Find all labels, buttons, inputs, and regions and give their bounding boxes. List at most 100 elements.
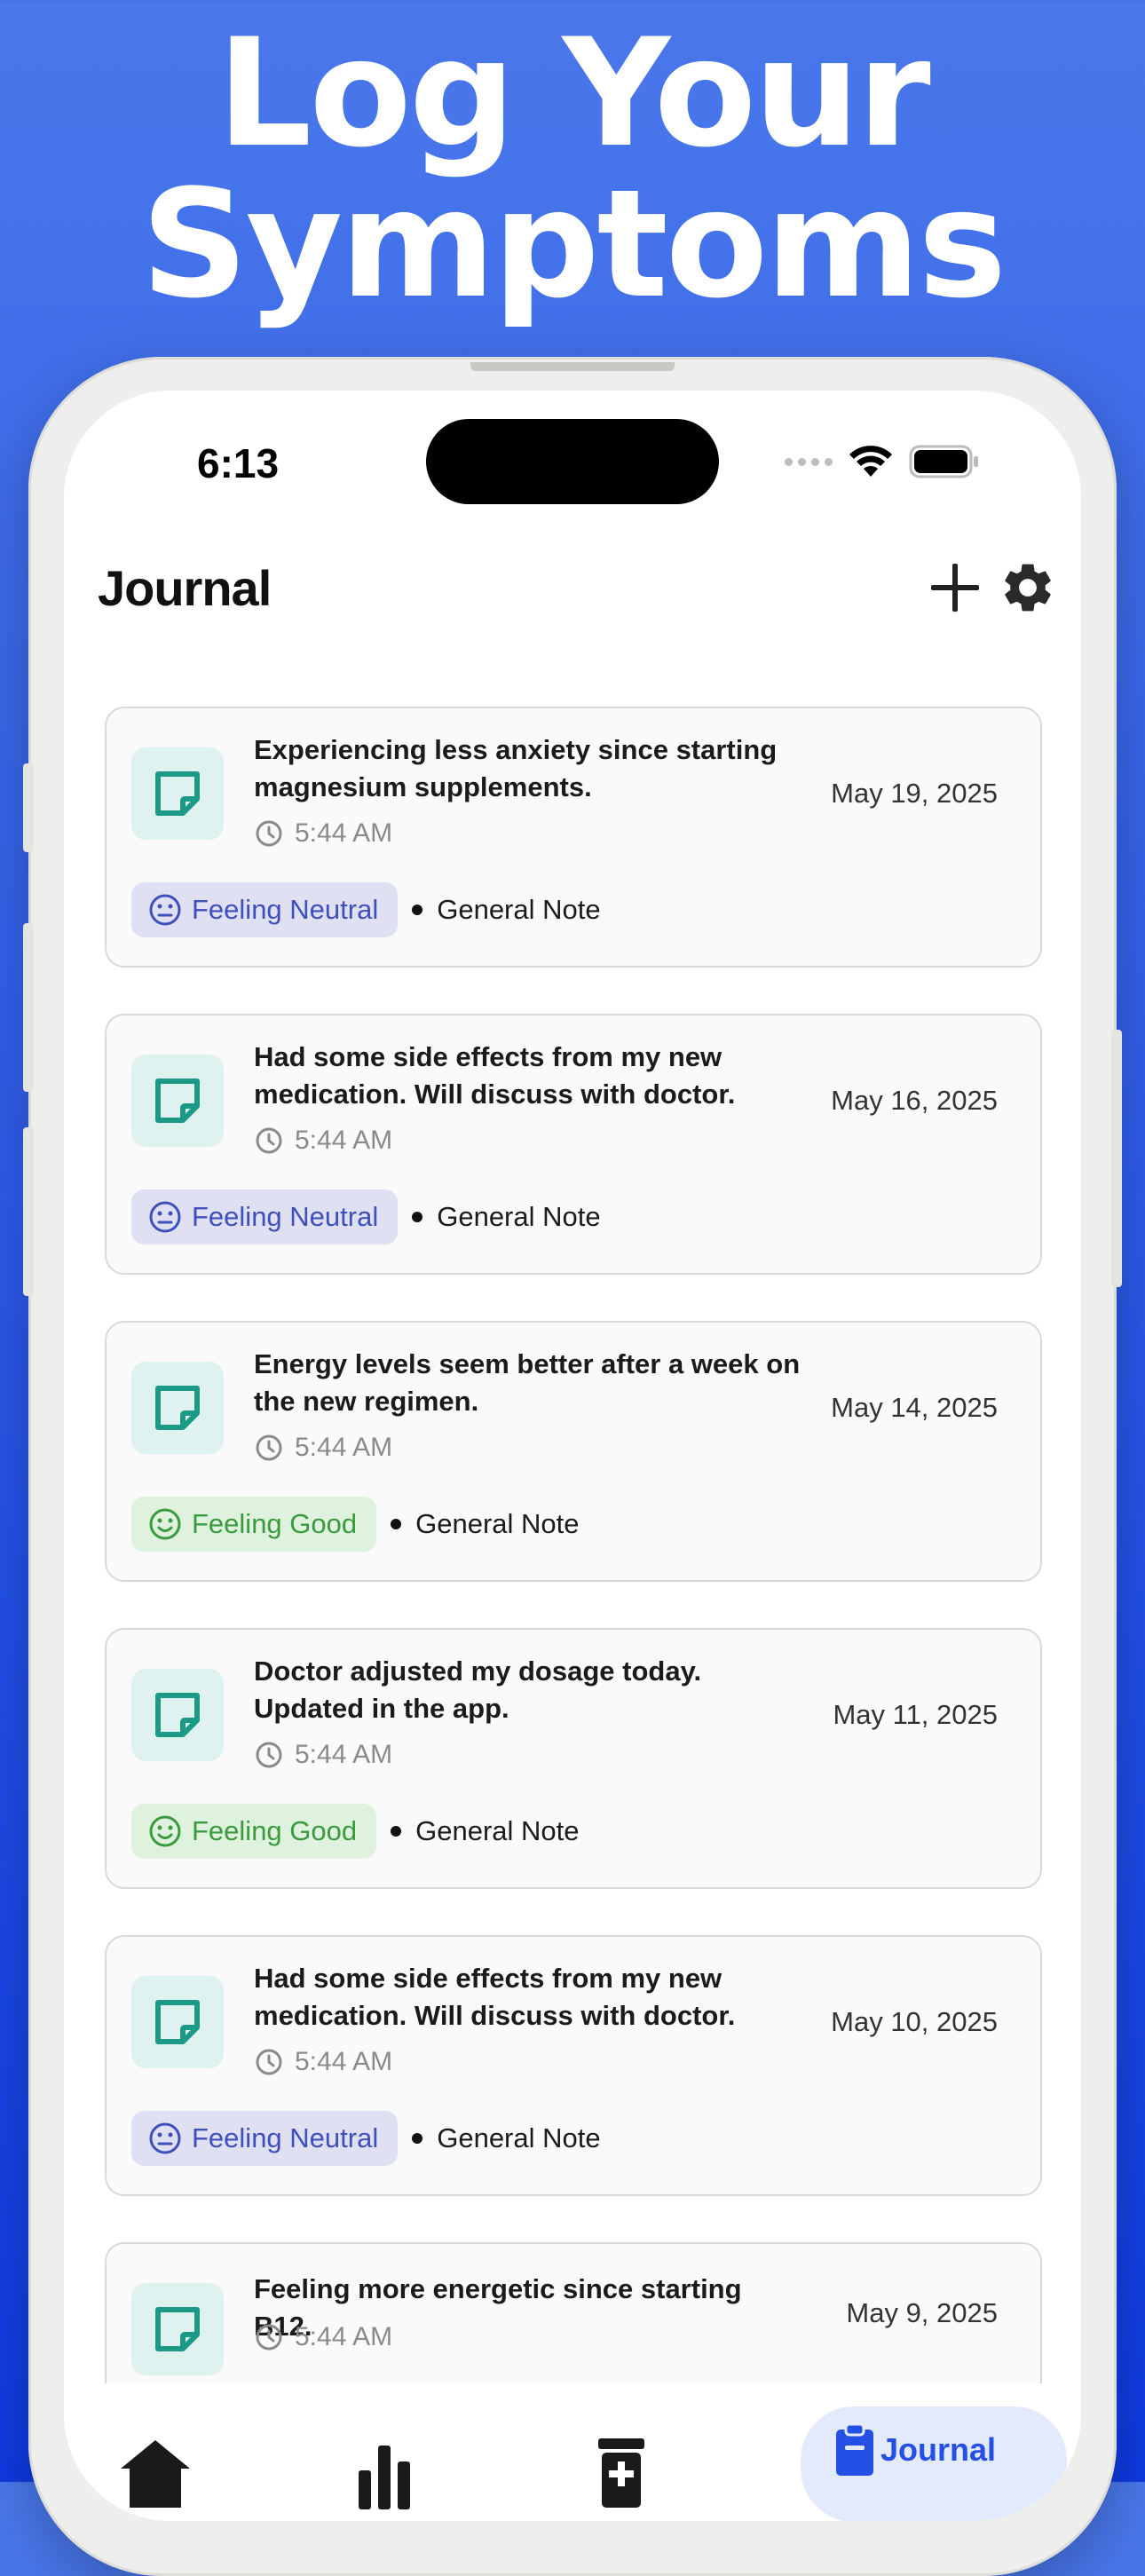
tab-insights[interactable] bbox=[355, 2438, 414, 2514]
entry-tags: Feeling Neutral General Note bbox=[131, 1189, 601, 1245]
side-button bbox=[23, 923, 34, 1092]
neutral-face-icon bbox=[149, 894, 181, 926]
mood-label: Feeling Neutral bbox=[192, 894, 379, 925]
add-entry-button[interactable] bbox=[920, 552, 991, 623]
journal-entry-card[interactable]: Had some side effects from my new medica… bbox=[105, 1935, 1042, 2196]
entry-time: 5:44 AM bbox=[254, 2047, 392, 2077]
battery-icon bbox=[909, 445, 978, 478]
entry-text: Had some side effects from my new medica… bbox=[254, 1963, 736, 2031]
note-icon-tile bbox=[131, 1669, 224, 1761]
neutral-face-icon bbox=[149, 2122, 181, 2154]
mood-label: Feeling Neutral bbox=[192, 1201, 379, 1232]
plus-icon bbox=[931, 564, 979, 612]
tab-journal-label: Journal bbox=[880, 2431, 997, 2468]
entry-time-label: 5:44 AM bbox=[295, 1740, 393, 1769]
entry-date: May 10, 2025 bbox=[831, 2006, 998, 2037]
entry-tags: Feeling Neutral General Note bbox=[131, 2111, 601, 2166]
entry-text: Doctor adjusted my dosage today. Updated… bbox=[254, 1655, 702, 1724]
note-icon-tile bbox=[131, 1362, 224, 1454]
journal-entry-card[interactable]: Doctor adjusted my dosage today. Updated… bbox=[105, 1628, 1042, 1889]
mood-label: Feeling Good bbox=[192, 1815, 358, 1846]
entry-time-label: 5:44 AM bbox=[295, 2047, 393, 2076]
tab-medications[interactable] bbox=[595, 2437, 648, 2512]
sticky-note-icon bbox=[155, 1693, 200, 1737]
entry-time-label: 5:44 AM bbox=[295, 2322, 393, 2351]
note-type-label: General Note bbox=[437, 1201, 601, 1232]
note-type-label: General Note bbox=[415, 1508, 580, 1539]
entry-text: Energy levels seem better after a week o… bbox=[254, 1348, 801, 1417]
mood-badge: Feeling Neutral bbox=[131, 1189, 399, 1245]
entry-text: Had some side effects from my new medica… bbox=[254, 1041, 736, 1110]
entry-date: May 19, 2025 bbox=[831, 778, 998, 809]
sticky-note-icon bbox=[155, 1386, 200, 1430]
entry-date: May 11, 2025 bbox=[833, 1699, 998, 1730]
side-button bbox=[23, 763, 34, 852]
journal-entry-card[interactable]: Had some side effects from my new medica… bbox=[105, 1014, 1042, 1275]
journal-entry-card[interactable]: Energy levels seem better after a week o… bbox=[105, 1321, 1042, 1582]
mood-badge: Feeling Neutral bbox=[131, 2111, 399, 2166]
medication-icon bbox=[598, 2438, 644, 2508]
mood-label: Feeling Good bbox=[192, 1508, 358, 1539]
home-icon bbox=[121, 2440, 190, 2508]
clipboard-icon bbox=[836, 2422, 873, 2476]
clock-icon bbox=[256, 1742, 282, 1768]
phone-top-detail bbox=[470, 362, 675, 371]
sticky-note-icon bbox=[155, 2000, 200, 2044]
clock-icon bbox=[256, 820, 282, 847]
clock-icon bbox=[256, 1434, 282, 1461]
tab-bar: Journal bbox=[64, 2383, 1081, 2521]
note-type-label: General Note bbox=[415, 1815, 580, 1846]
note-icon-tile bbox=[131, 747, 224, 840]
sticky-note-icon bbox=[155, 2307, 200, 2351]
note-icon-tile bbox=[131, 2283, 224, 2375]
settings-button[interactable] bbox=[992, 552, 1063, 623]
neutral-face-icon bbox=[149, 1201, 181, 1233]
separator-dot bbox=[412, 1212, 423, 1222]
smiling-face-icon bbox=[149, 1508, 181, 1540]
entry-text: Experiencing less anxiety since starting… bbox=[254, 734, 778, 802]
tab-home[interactable] bbox=[117, 2437, 193, 2512]
headline-line-1: Log Your bbox=[217, 6, 930, 180]
headline: Log Your Symptoms bbox=[0, 18, 1145, 320]
journal-entry-card[interactable]: Feeling more energetic since starting B1… bbox=[105, 2242, 1042, 2384]
mood-label: Feeling Neutral bbox=[192, 2122, 379, 2153]
status-icons bbox=[785, 435, 980, 488]
entry-date: May 16, 2025 bbox=[831, 1085, 998, 1116]
entry-time-label: 5:44 AM bbox=[295, 1126, 393, 1155]
entry-time: 5:44 AM bbox=[254, 2322, 392, 2352]
note-type-label: General Note bbox=[437, 2122, 601, 2153]
page-title: Journal bbox=[98, 560, 272, 616]
note-type-label: General Note bbox=[437, 894, 601, 925]
entry-time: 5:44 AM bbox=[254, 1740, 392, 1770]
separator-dot bbox=[391, 1826, 402, 1837]
cellular-signal-icon bbox=[785, 457, 833, 466]
bar-chart-icon bbox=[359, 2446, 410, 2509]
entry-time: 5:44 AM bbox=[254, 818, 392, 849]
sticky-note-icon bbox=[155, 771, 200, 816]
mood-badge: Feeling Good bbox=[131, 1497, 377, 1552]
journal-entry-card[interactable]: Experiencing less anxiety since starting… bbox=[105, 707, 1042, 968]
journal-list[interactable]: Experiencing less anxiety since starting… bbox=[105, 707, 1042, 2384]
mood-badge: Feeling Neutral bbox=[131, 882, 399, 937]
side-button bbox=[23, 1127, 34, 1296]
entry-time: 5:44 AM bbox=[254, 1126, 392, 1156]
clock-icon bbox=[256, 2324, 282, 2351]
tab-journal[interactable]: Journal bbox=[801, 2406, 1067, 2521]
entry-date: May 14, 2025 bbox=[831, 1392, 998, 1423]
sticky-note-icon bbox=[155, 1079, 200, 1123]
dynamic-island bbox=[426, 419, 719, 504]
entry-tags: Feeling Good General Note bbox=[131, 1497, 580, 1552]
note-icon-tile bbox=[131, 1976, 224, 2068]
entry-time-label: 5:44 AM bbox=[295, 818, 393, 848]
phone-screen: 6:13 Journal Experiencing less anxiety s… bbox=[64, 391, 1081, 2521]
clock-icon bbox=[256, 1127, 282, 1154]
wifi-icon bbox=[849, 446, 892, 477]
separator-dot bbox=[412, 905, 423, 915]
entry-time-label: 5:44 AM bbox=[295, 1433, 393, 1462]
status-time: 6:13 bbox=[197, 440, 280, 486]
smiling-face-icon bbox=[149, 1815, 181, 1847]
clock-icon bbox=[256, 2049, 282, 2075]
separator-dot bbox=[391, 1519, 402, 1529]
separator-dot bbox=[412, 2133, 423, 2144]
entry-date: May 9, 2025 bbox=[846, 2297, 998, 2328]
